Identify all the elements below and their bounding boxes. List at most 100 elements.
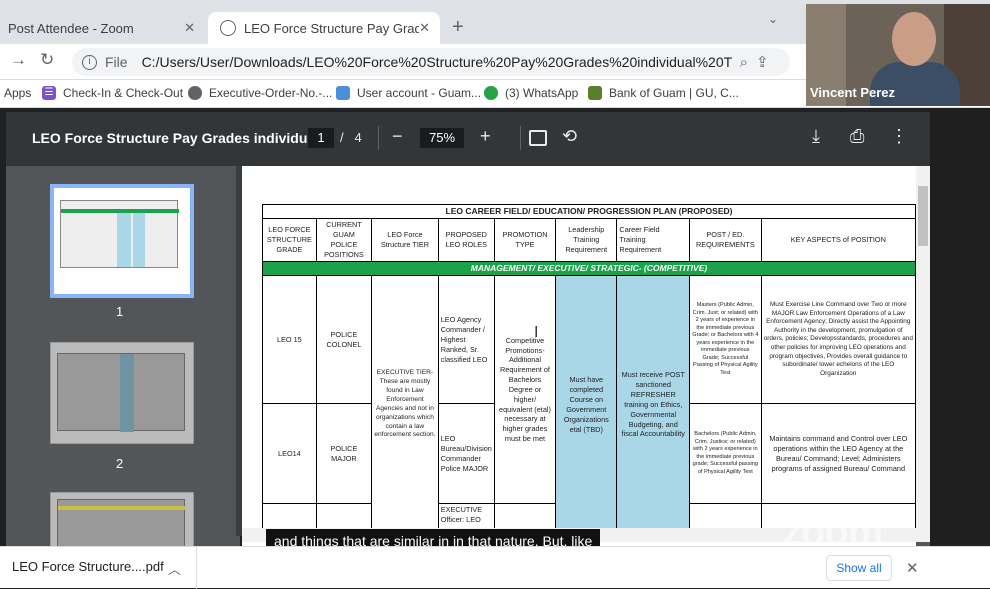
section-header: MANAGEMENT/ EXECUTIVE/ STRATEGIC- (COMPE… xyxy=(262,260,916,277)
globe-icon xyxy=(220,20,236,36)
column-header: KEY ASPECTS of POSITION xyxy=(760,218,916,262)
bookmark-label: Executive-Order-No.-... xyxy=(209,86,333,100)
whatsapp-icon xyxy=(484,86,498,100)
address-bar[interactable]: i File C:/Users/User/Downloads/LEO%20For… xyxy=(72,48,790,76)
download-icon[interactable]: ⤓ xyxy=(812,126,820,147)
participant-name: Vincent Perez xyxy=(810,85,896,100)
page-thumbnail-2[interactable] xyxy=(50,342,194,444)
page-thumbnail-1[interactable] xyxy=(50,184,194,298)
thumbnail-content xyxy=(57,499,186,549)
column-header: Leadership Training Requirement xyxy=(555,218,618,262)
show-all-button[interactable]: Show all xyxy=(826,555,892,581)
page-count: / 4 xyxy=(340,130,362,145)
grade-cell: LEO 15 xyxy=(262,275,317,405)
forward-icon[interactable]: → xyxy=(10,50,27,70)
download-bar: LEO Force Structure....pdf ︿ Show all ✕ xyxy=(0,546,990,589)
leadership-cell: Must have completed Course on Government… xyxy=(555,275,618,535)
download-divider xyxy=(196,547,197,589)
toolbar-divider xyxy=(378,126,379,150)
vertical-scrollbar[interactable] xyxy=(916,166,930,528)
bookmark-label: (3) WhatsApp xyxy=(505,86,579,100)
url-scheme-label: File xyxy=(105,54,128,70)
position-cell: POLICE MAJOR xyxy=(315,403,373,505)
page-thumbnail-3[interactable] xyxy=(50,492,194,552)
toolbar-divider xyxy=(520,126,521,150)
requirements-cell: Bachelors (Public Admin, Crim. Justice; … xyxy=(689,403,762,505)
new-tab-icon[interactable]: + xyxy=(452,16,464,39)
list-icon: ☰ xyxy=(42,86,56,100)
rotate-icon[interactable]: ⟲ xyxy=(562,126,577,147)
page-number-input[interactable]: 1 xyxy=(308,128,334,148)
column-header: PROMOTION TYPE xyxy=(493,218,557,262)
thumbnail-column xyxy=(117,213,131,267)
bookmark-whatsapp[interactable]: (3) WhatsApp xyxy=(484,86,578,100)
role-cell: LEO Bureau/Division Commander Police MAJ… xyxy=(437,403,495,505)
search-icon[interactable]: ⌕ xyxy=(740,54,748,71)
grade-cell: LEO14 xyxy=(262,403,317,505)
bookmark-user-account[interactable]: User account - Guam... xyxy=(336,86,481,100)
column-header: Career Field Training Requirement xyxy=(616,218,691,262)
table-title: LEO CAREER FIELD/ EDUCATION/ PROGRESSION… xyxy=(262,203,916,220)
close-icon[interactable]: ✕ xyxy=(184,20,195,36)
career-plan-table: LEO CAREER FIELD/ EDUCATION/ PROGRESSION… xyxy=(262,203,916,535)
key-aspects-cell: Must Exercise Line Command over Two or m… xyxy=(760,275,916,405)
tier-cell: EXECUTIVE TIER- These are mostly found i… xyxy=(371,275,439,535)
column-header: CURRENT GUAM POLICE POSITIONS xyxy=(315,218,373,262)
pdf-toolbar: LEO Force Structure Pay Grades individu.… xyxy=(6,112,930,166)
bookmark-checkin[interactable]: ☰ Check-In & Check-Out xyxy=(42,86,183,100)
download-item[interactable]: LEO Force Structure....pdf xyxy=(12,559,164,574)
bookmark-apps[interactable]: Apps xyxy=(4,86,31,100)
thumbnail-band xyxy=(58,506,186,510)
globe-icon xyxy=(188,86,202,100)
share-icon[interactable]: ⇪ xyxy=(756,53,769,71)
close-icon[interactable]: ✕ xyxy=(419,20,430,36)
column-header: POST / ED. REQUIREMENTS xyxy=(689,218,762,262)
zoom-in-icon[interactable]: + xyxy=(480,126,491,147)
zoom-share-border xyxy=(930,108,990,544)
fit-page-icon[interactable] xyxy=(529,130,547,146)
tab-label: LEO Force Structure Pay Grades indi xyxy=(244,20,420,36)
scrollbar-thumb[interactable] xyxy=(918,186,928,246)
download-filename: LEO Force Structure....pdf xyxy=(12,559,164,574)
bank-icon xyxy=(588,86,602,100)
column-header: LEO Force Structure TIER xyxy=(371,218,439,262)
promotion-cell: Competitive Promotions- Additional Requi… xyxy=(493,275,557,505)
career-training-cell: Must receive POST sanctioned REFRESHER t… xyxy=(616,275,691,535)
pdf-page: LEO CAREER FIELD/ EDUCATION/ PROGRESSION… xyxy=(242,166,916,546)
column-header: LEO FORCE STRUCTURE GRADE xyxy=(262,218,317,262)
zoom-level-input[interactable]: 75% xyxy=(420,128,464,148)
thumbnail-number: 2 xyxy=(116,456,124,471)
bookmark-label: Apps xyxy=(4,86,32,100)
requirements-cell: Masters (Public Admin, Crim. Just; or re… xyxy=(689,275,762,405)
bookmark-label: Bank of Guam | GU, C... xyxy=(609,86,739,100)
thumbnail-sidebar: 1 2 xyxy=(6,166,240,552)
pdf-viewer: LEO CAREER FIELD/ EDUCATION/ PROGRESSION… xyxy=(242,166,930,546)
page-separator: / xyxy=(340,130,344,145)
zoom-out-icon[interactable]: − xyxy=(392,126,403,147)
chevron-up-icon[interactable]: ︿ xyxy=(168,559,181,578)
text-cursor-icon: I xyxy=(534,324,539,341)
url-text[interactable]: C:/Users/User/Downloads/LEO%20Force%20St… xyxy=(142,54,732,70)
thumbnail-column xyxy=(133,213,145,267)
chevron-down-icon[interactable]: ⌄ xyxy=(768,12,778,26)
key-aspects-cell: Maintains command and Control over LEO o… xyxy=(760,403,916,505)
thumbnail-number: 1 xyxy=(116,304,124,319)
page-total: 4 xyxy=(354,130,362,145)
site-icon xyxy=(336,86,350,100)
info-icon[interactable]: i xyxy=(82,54,97,70)
close-icon[interactable]: ✕ xyxy=(906,559,919,577)
reload-icon[interactable]: ↻ xyxy=(40,50,54,70)
pdf-title: LEO Force Structure Pay Grades individu.… xyxy=(32,130,320,146)
thumbnail-content xyxy=(57,353,185,432)
more-options-icon[interactable]: ⋮ xyxy=(890,126,908,147)
bookmark-executive-order[interactable]: Executive-Order-No.-... xyxy=(188,86,332,100)
thumbnail-content xyxy=(60,200,179,268)
tab-label: Post Attendee - Zoom xyxy=(8,20,134,36)
position-cell: POLICE COLONEL xyxy=(315,275,373,405)
thumbnail-column xyxy=(120,354,134,432)
tab-post-attendee[interactable]: Post Attendee - Zoom ✕ xyxy=(0,12,205,44)
bookmark-bank-of-guam[interactable]: Bank of Guam | GU, C... xyxy=(588,86,739,100)
tab-leo-pdf[interactable]: LEO Force Structure Pay Grades indi ✕ xyxy=(208,12,440,44)
print-icon[interactable]: ⎙ xyxy=(850,126,864,147)
participant-head xyxy=(892,12,936,66)
